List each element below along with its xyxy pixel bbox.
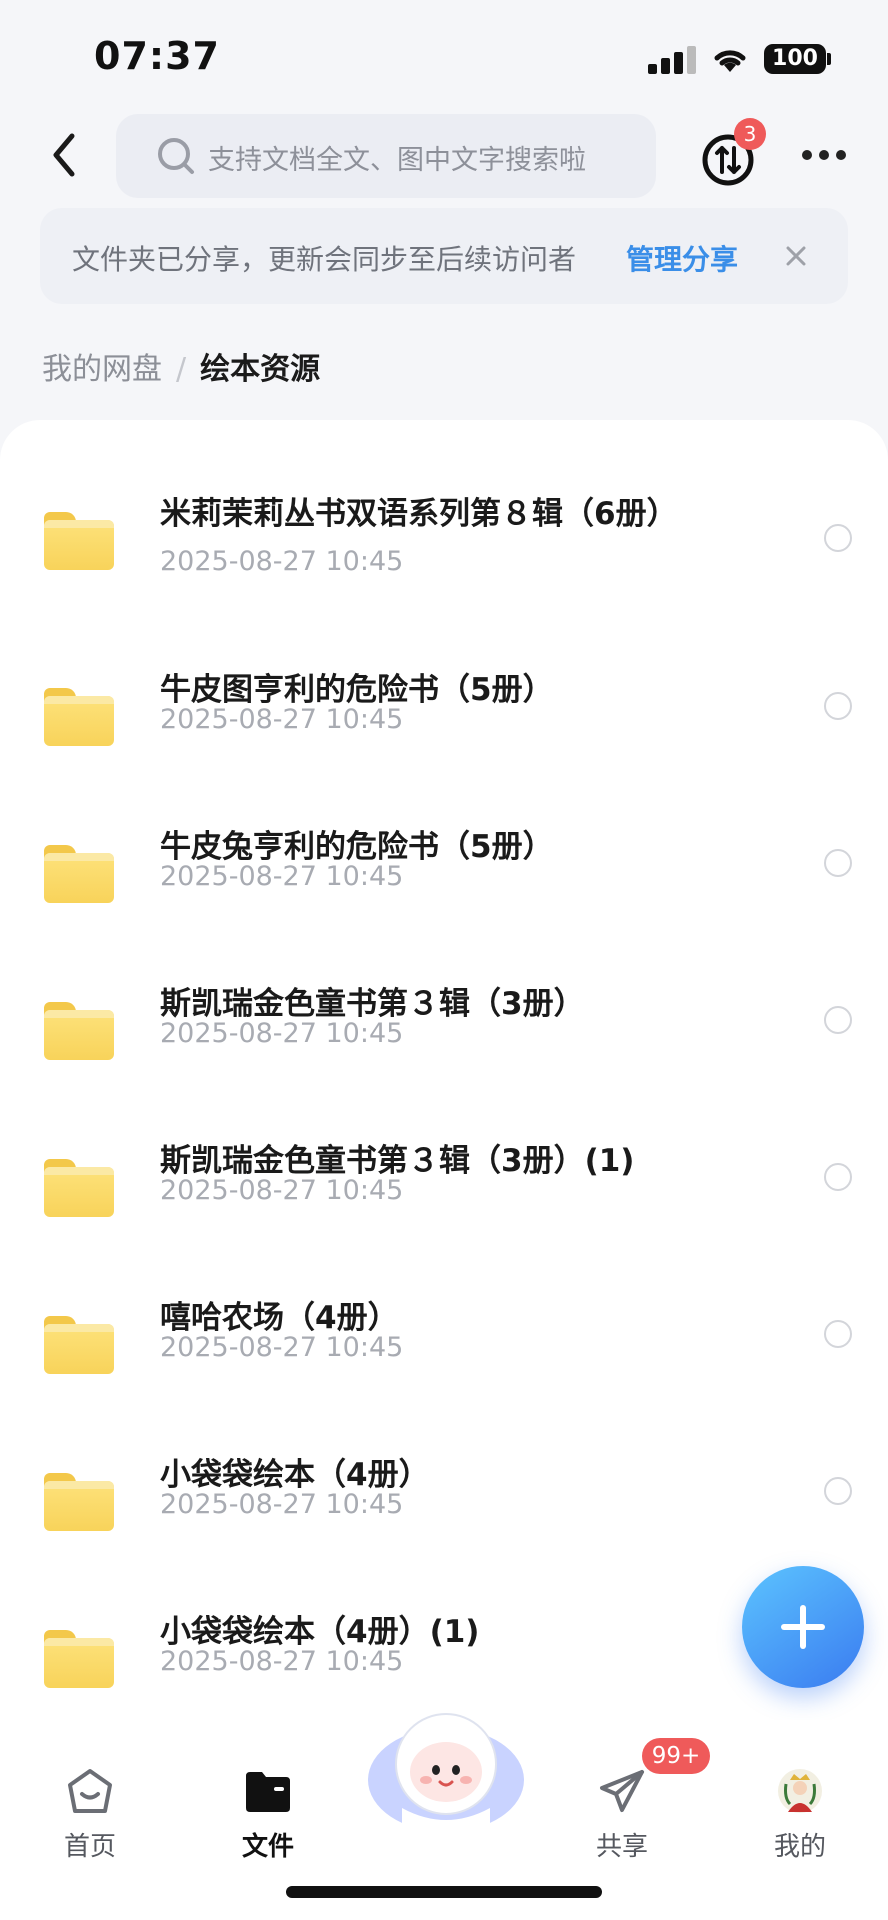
select-checkbox[interactable] bbox=[824, 524, 852, 552]
share-badge: 99+ bbox=[642, 1738, 710, 1774]
files-icon bbox=[246, 1772, 290, 1812]
assistant-mascot[interactable] bbox=[362, 1698, 530, 1838]
notice-text: 文件夹已分享，更新会同步至后续访问者 bbox=[72, 243, 577, 276]
file-list: 米莉茉莉丛书双语系列第８辑（6册） 2025-08-27 10:45 牛皮图亨利… bbox=[0, 420, 888, 1720]
breadcrumb-root[interactable]: 我的网盘 bbox=[42, 352, 162, 387]
share-plane-icon bbox=[600, 1770, 644, 1812]
file-date: 2025-08-27 10:45 bbox=[160, 546, 404, 577]
search-placeholder: 支持文档全文、图中文字搜索啦 bbox=[208, 145, 586, 176]
select-checkbox[interactable] bbox=[824, 1477, 852, 1505]
file-name: 小袋袋绘本（4册） bbox=[160, 1457, 430, 1493]
breadcrumb-separator: / bbox=[176, 352, 187, 387]
share-notice-banner: 文件夹已分享，更新会同步至后续访问者 管理分享 bbox=[40, 208, 848, 304]
list-item[interactable]: 牛皮兔亨利的危险书（5册） 2025-08-27 10:45 bbox=[0, 821, 888, 971]
folder-icon bbox=[44, 688, 114, 746]
file-date: 2025-08-27 10:45 bbox=[160, 704, 404, 735]
tab-files[interactable]: 文件 bbox=[208, 1746, 328, 1862]
home-indicator bbox=[286, 1886, 602, 1898]
file-name: 斯凯瑞金色童书第３辑（3册） bbox=[160, 986, 585, 1022]
list-item[interactable]: 嘻哈农场（4册） 2025-08-27 10:45 bbox=[0, 1292, 888, 1442]
tab-home[interactable]: 首页 bbox=[30, 1746, 150, 1862]
file-name: 牛皮兔亨利的危险书（5册） bbox=[160, 829, 554, 865]
close-icon[interactable] bbox=[778, 238, 814, 274]
breadcrumb-current: 绘本资源 bbox=[200, 352, 321, 387]
file-date: 2025-08-27 10:45 bbox=[160, 1489, 404, 1520]
manage-share-link[interactable]: 管理分享 bbox=[626, 238, 738, 278]
folder-icon bbox=[44, 1630, 114, 1688]
search-icon bbox=[158, 138, 194, 174]
folder-icon bbox=[44, 845, 114, 903]
status-bar: 07:37 100 bbox=[0, 0, 888, 110]
tab-share-label: 共享 bbox=[595, 1832, 648, 1862]
wifi-icon bbox=[714, 50, 746, 72]
tab-files-label: 文件 bbox=[241, 1832, 294, 1862]
battery-icon: 100 bbox=[764, 44, 826, 74]
file-name: 斯凯瑞金色童书第３辑（3册）(1) bbox=[160, 1143, 635, 1179]
home-icon bbox=[68, 1769, 112, 1813]
select-checkbox[interactable] bbox=[824, 1163, 852, 1191]
status-time: 07:37 bbox=[94, 34, 220, 78]
file-date: 2025-08-27 10:45 bbox=[160, 1175, 404, 1206]
folder-icon bbox=[44, 1159, 114, 1217]
list-item[interactable]: 牛皮图亨利的危险书（5册） 2025-08-27 10:45 bbox=[0, 664, 888, 814]
select-checkbox[interactable] bbox=[824, 849, 852, 877]
select-checkbox[interactable] bbox=[824, 1006, 852, 1034]
folder-icon bbox=[44, 512, 114, 570]
tab-home-label: 首页 bbox=[63, 1832, 116, 1862]
list-item[interactable]: 斯凯瑞金色童书第３辑（3册）(1) 2025-08-27 10:45 bbox=[0, 1135, 888, 1285]
folder-icon bbox=[44, 1002, 114, 1060]
back-arrow-icon[interactable] bbox=[44, 128, 84, 182]
add-button[interactable] bbox=[742, 1566, 864, 1688]
file-date: 2025-08-27 10:45 bbox=[160, 1018, 404, 1049]
file-name: 牛皮图亨利的危险书（5册） bbox=[160, 672, 554, 708]
search-input[interactable]: 支持文档全文、图中文字搜索啦 bbox=[116, 114, 656, 198]
battery-tip bbox=[827, 53, 831, 65]
file-name: 嘻哈农场（4册） bbox=[160, 1300, 399, 1336]
more-icon[interactable] bbox=[800, 146, 848, 166]
list-item[interactable]: 小袋袋绘本（4册） 2025-08-27 10:45 bbox=[0, 1449, 888, 1599]
breadcrumb: 我的网盘 / 绘本资源 bbox=[42, 344, 320, 388]
file-name: 米莉茉莉丛书双语系列第８辑（6册） bbox=[160, 496, 678, 532]
file-name: 小袋袋绘本（4册）(1) bbox=[160, 1614, 480, 1650]
folder-icon bbox=[44, 1473, 114, 1531]
file-date: 2025-08-27 10:45 bbox=[160, 861, 404, 892]
file-date: 2025-08-27 10:45 bbox=[160, 1332, 404, 1363]
list-item[interactable]: 斯凯瑞金色童书第３辑（3册） 2025-08-27 10:45 bbox=[0, 978, 888, 1128]
signal-icon bbox=[648, 46, 696, 74]
folder-icon bbox=[44, 1316, 114, 1374]
tab-mine[interactable]: 我的 bbox=[740, 1746, 860, 1862]
avatar-icon bbox=[778, 1769, 822, 1813]
list-item[interactable]: 米莉茉莉丛书双语系列第８辑（6册） 2025-08-27 10:45 bbox=[0, 488, 888, 638]
select-checkbox[interactable] bbox=[824, 692, 852, 720]
sync-badge: 3 bbox=[734, 118, 766, 150]
tab-mine-label: 我的 bbox=[773, 1832, 826, 1862]
select-checkbox[interactable] bbox=[824, 1320, 852, 1348]
file-date: 2025-08-27 10:45 bbox=[160, 1646, 404, 1677]
